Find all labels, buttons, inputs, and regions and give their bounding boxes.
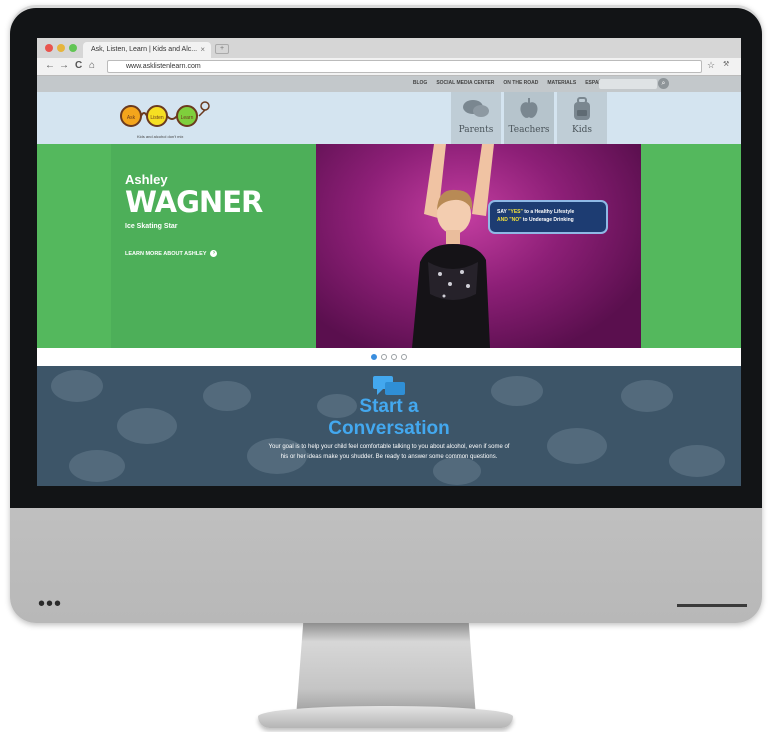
backpack-icon (557, 97, 607, 123)
util-link-on-the-road[interactable]: ON THE ROAD (503, 80, 538, 86)
util-link-materials[interactable]: MATERIALS (547, 80, 576, 86)
utility-links: BLOG SOCIAL MEDIA CENTER ON THE ROAD MAT… (413, 80, 609, 86)
minimize-window-button[interactable] (57, 44, 65, 52)
back-icon[interactable]: ← (45, 60, 55, 71)
tab-teachers-label: Teachers (508, 125, 550, 135)
skater-illustration (412, 144, 494, 348)
learn-more-link[interactable]: LEARN MORE ABOUT ASHLEY › (125, 250, 302, 257)
forward-icon[interactable]: → (59, 60, 69, 71)
monitor-dots: ••• (38, 593, 63, 615)
bubble-no: "NO" (509, 217, 522, 223)
carousel-indicators (37, 348, 741, 366)
bookmark-star-icon[interactable]: ☆ (707, 60, 715, 71)
monitor-line (677, 604, 747, 607)
util-link-blog[interactable]: BLOG (413, 80, 427, 86)
speech-bubble: SAY "YES" to a Healthy Lifestyle AND "NO… (488, 200, 608, 234)
conversation-title: Start a Conversation (37, 396, 741, 440)
carousel-dot-2[interactable] (381, 354, 387, 360)
hero-banner: Ashley WAGNER Ice Skating Star LEARN MOR… (37, 144, 741, 348)
bubble-and: AND (497, 217, 508, 223)
browser-tabstrip: Ask, Listen, Learn | Kids and Alc... × + (37, 38, 741, 58)
tab-kids-label: Kids (572, 125, 592, 135)
monitor-stand-foot (258, 706, 513, 728)
close-icon[interactable]: × (200, 45, 205, 54)
bubble-line1-rest: to a Healthy Lifestyle (522, 209, 575, 215)
hero-text-panel: Ashley WAGNER Ice Skating Star LEARN MOR… (111, 144, 316, 348)
utility-bar: BLOG SOCIAL MEDIA CENTER ON THE ROAD MAT… (37, 76, 741, 92)
hero-last-name: WAGNER (125, 185, 263, 219)
chat-bubbles-icon (451, 97, 501, 123)
browser-tab[interactable]: Ask, Listen, Learn | Kids and Alc... × (83, 42, 211, 58)
bubble-say: SAY (497, 209, 507, 215)
reload-icon[interactable]: C (75, 60, 82, 71)
logo-word-ask: Ask (127, 115, 136, 121)
address-bar[interactable]: www.asklistenlearn.com (107, 60, 702, 73)
apple-icon (504, 97, 554, 123)
chat-icon (373, 376, 405, 395)
carousel-dot-3[interactable] (391, 354, 397, 360)
site-search-input[interactable] (599, 79, 657, 89)
address-bar-url: www.asklistenlearn.com (126, 63, 201, 70)
window-controls (45, 44, 77, 52)
tab-parents-label: Parents (458, 125, 494, 135)
monitor-stand-neck (296, 623, 476, 717)
bubble-yes: "YES" (508, 209, 523, 215)
hero-side-panel (641, 144, 741, 348)
logo-tagline: Kids and alcohol don't mix (137, 134, 184, 139)
util-link-social-media[interactable]: SOCIAL MEDIA CENTER (436, 80, 494, 86)
conversation-text: Your goal is to help your child feel com… (268, 444, 510, 460)
stage: ••• Ask, Listen, Learn | Kids and Alc...… (0, 0, 770, 732)
hero-role: Ice Skating Star (125, 223, 178, 230)
bubble-line2-rest: to Underage Drinking (521, 217, 574, 223)
tab-kids[interactable]: Kids (557, 92, 607, 144)
search-icon[interactable]: ⌕ (658, 78, 669, 89)
conversation-title-line1: Start a (359, 396, 419, 417)
tab-parents[interactable]: Parents (451, 92, 501, 144)
conversation-section: Start a Conversation Your goal is to hel… (37, 366, 741, 486)
carousel-dot-4[interactable] (401, 354, 407, 360)
site-header: Ask Listen Learn Kids and alcohol don't … (37, 92, 741, 144)
wrench-icon[interactable]: ⚒ (723, 60, 729, 68)
screen: Ask, Listen, Learn | Kids and Alc... × +… (37, 38, 741, 486)
browser-tab-title: Ask, Listen, Learn | Kids and Alc... (91, 46, 198, 53)
carousel-dot-1[interactable] (371, 354, 377, 360)
close-window-button[interactable] (45, 44, 53, 52)
logo-word-learn: Learn (181, 115, 194, 121)
audience-nav: Parents Teachers Kids (451, 92, 610, 144)
tab-teachers[interactable]: Teachers (504, 92, 554, 144)
hero-photo: SAY "YES" to a Healthy Lifestyle AND "NO… (316, 144, 641, 348)
zoom-window-button[interactable] (69, 44, 77, 52)
logo-word-listen: Listen (150, 115, 164, 121)
conversation-title-line2: Conversation (328, 418, 450, 439)
new-tab-button[interactable]: + (215, 44, 229, 54)
home-icon[interactable]: ⌂ (89, 60, 95, 71)
arrow-right-icon: › (210, 250, 218, 257)
browser-toolbar: ← → C ⌂ www.asklistenlearn.com ☆ ⚒ (37, 58, 741, 76)
learn-more-label: LEARN MORE ABOUT ASHLEY (125, 250, 207, 257)
